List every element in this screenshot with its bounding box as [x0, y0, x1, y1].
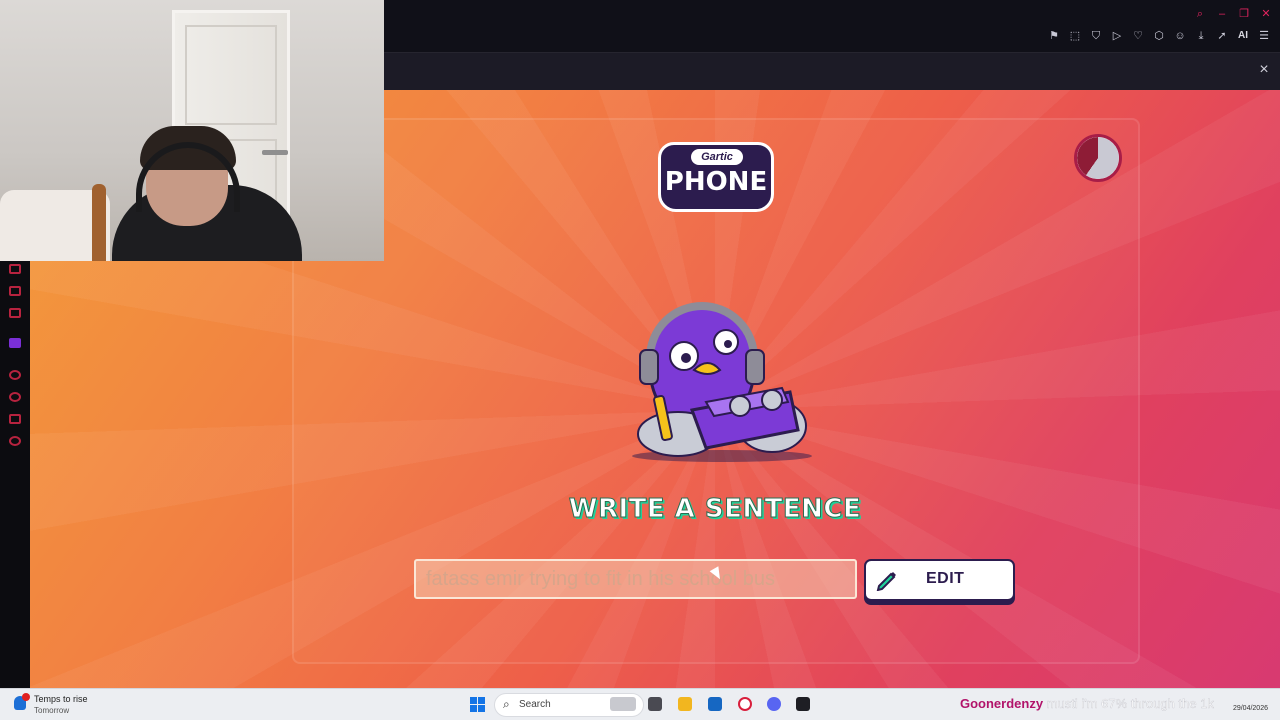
bookmark-icon[interactable]: ⚑ — [1048, 30, 1060, 42]
mascot-illustration — [632, 302, 812, 462]
pencil-icon — [876, 572, 896, 591]
logo-main-text: PHONE — [664, 167, 768, 197]
profile-icon[interactable]: ☺ — [1174, 30, 1186, 42]
chat-overlay: Goonerdenzy musti i'm 67% through the 1k — [960, 696, 1214, 711]
play-circle-icon[interactable] — [9, 370, 21, 380]
shield-icon[interactable]: ⛉ — [1090, 30, 1102, 42]
edit-button-label: EDIT — [926, 570, 965, 587]
ai-button[interactable]: AI — [1237, 30, 1249, 42]
clock-date[interactable]: 29/04/2026 — [1233, 705, 1268, 712]
screenshot-icon[interactable]: ⬚ — [1069, 30, 1081, 42]
bedpost — [92, 184, 106, 261]
gear-icon[interactable] — [9, 436, 21, 446]
play-icon[interactable]: ▷ — [1111, 30, 1123, 42]
minimize-icon[interactable]: – — [1216, 8, 1228, 20]
logo-top-text: Gartic — [691, 149, 743, 165]
cube-icon[interactable]: ⬡ — [1153, 30, 1165, 42]
send-icon[interactable]: ➚ — [1216, 30, 1228, 42]
cube-icon[interactable] — [9, 414, 21, 424]
widget-thumbnail[interactable] — [610, 697, 636, 711]
webcam-overlay — [0, 0, 384, 261]
close-icon[interactable]: × — [1256, 61, 1272, 79]
restore-icon[interactable]: ❐ — [1238, 8, 1250, 20]
file-explorer-icon[interactable] — [678, 697, 692, 711]
store-icon[interactable] — [708, 697, 722, 711]
search-label: Search — [519, 699, 551, 710]
sidebar-app-icon[interactable] — [9, 264, 21, 274]
sentence-input[interactable]: fatass emir trying to fit in his school … — [414, 559, 857, 599]
sidebar-app-icon[interactable] — [9, 286, 21, 296]
discord-icon[interactable] — [767, 697, 781, 711]
app-icon[interactable] — [796, 697, 810, 711]
windows-taskbar: Temps to rise Tomorrow ⌕ Search Goonerde… — [0, 688, 1280, 720]
weather-subtitle[interactable]: Tomorrow — [34, 706, 69, 715]
opera-gx-icon[interactable] — [738, 697, 752, 711]
close-icon[interactable]: ✕ — [1260, 8, 1272, 20]
menu-icon[interactable]: ☰ — [1258, 30, 1270, 42]
heart-icon[interactable]: ♡ — [1132, 30, 1144, 42]
search-icon: ⌕ — [503, 697, 510, 711]
twitch-icon[interactable] — [9, 338, 21, 348]
door-panel — [185, 25, 277, 125]
task-view-icon[interactable] — [648, 697, 662, 711]
weather-title[interactable]: Temps to rise — [34, 694, 88, 704]
download-icon[interactable]: ⤓ — [1195, 30, 1207, 42]
chat-message: musti i'm 67% through the 1k — [1046, 696, 1215, 711]
alert-badge-icon — [22, 693, 30, 701]
timer-progress — [1077, 137, 1119, 179]
window-controls: ⌕ – ❐ ✕ — [1194, 8, 1272, 20]
toolbar-icons: ⚑ ⬚ ⛉ ▷ ♡ ⬡ ☺ ⤓ ➚ AI ☰ — [1048, 30, 1270, 42]
edit-button[interactable]: EDIT — [864, 559, 1015, 601]
chat-username: Goonerdenzy — [960, 696, 1044, 711]
sidebar-app-icon[interactable] — [9, 308, 21, 318]
gartic-phone-logo: Gartic PHONE — [658, 142, 774, 212]
clock-icon[interactable] — [9, 392, 21, 402]
windows-start-icon[interactable] — [470, 697, 485, 712]
prompt-heading: WRITE A SENTENCE — [568, 494, 862, 525]
timer-icon — [1074, 134, 1122, 182]
door-handle — [262, 150, 288, 155]
search-icon[interactable]: ⌕ — [1194, 8, 1206, 20]
